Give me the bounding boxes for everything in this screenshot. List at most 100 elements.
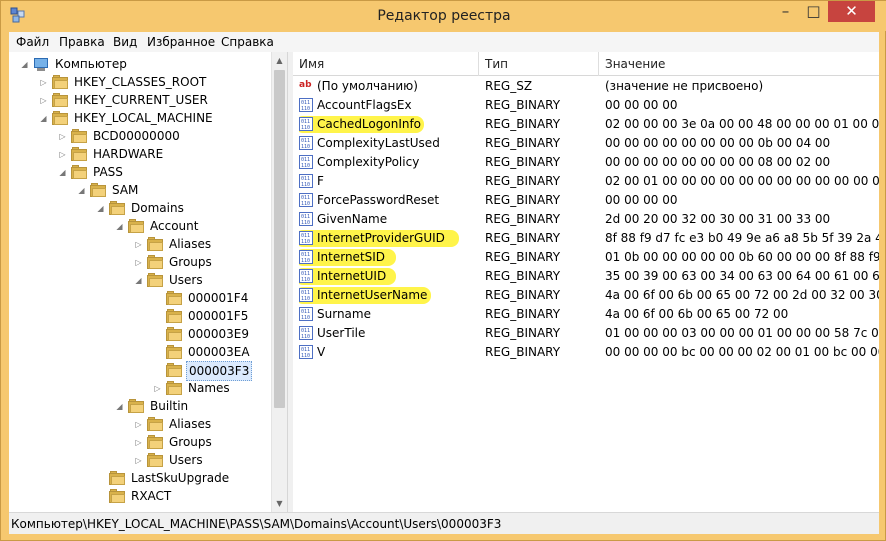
folder-icon	[166, 309, 182, 323]
expand-arrow-icon[interactable]: ▷	[134, 456, 143, 465]
collapse-arrow-icon[interactable]: ◢	[134, 276, 143, 285]
close-button[interactable]: ✕	[828, 1, 875, 22]
column-header-name[interactable]: Имя	[293, 52, 479, 76]
value-name-cell: ForcePasswordReset	[299, 191, 475, 210]
column-header-type[interactable]: Тип	[479, 52, 599, 76]
scroll-down-icon[interactable]: ▼	[271, 495, 287, 512]
value-name: (По умолчанию)	[317, 79, 418, 93]
folder-icon	[147, 273, 163, 287]
registry-value-row[interactable]: InternetProviderGUID REG_BINARY 8f 88 f9 d…	[293, 229, 879, 248]
value-name-cell: ab (По умолчанию)	[299, 77, 475, 96]
registry-value-row[interactable]: GivenName REG_BINARY 2d 00 20 00 32 00 30 …	[293, 210, 879, 229]
registry-value-row[interactable]: InternetUserName REG_BINARY 4a 00 6f 00 6b…	[293, 286, 879, 305]
registry-values-list[interactable]: Имя Тип Значение ab (По умолчанию) REG_SZ (…	[293, 52, 879, 512]
expand-arrow-icon[interactable]: ▷	[39, 96, 48, 105]
expand-arrow-icon[interactable]: ▷	[58, 150, 67, 159]
registry-value-row[interactable]: Surname REG_BINARY 4a 00 6f 00 6b 00 65 00…	[293, 305, 879, 324]
menu-help[interactable]: Справка	[221, 35, 274, 49]
tree-node[interactable]: ◢ Account	[9, 217, 271, 235]
registry-value-row[interactable]: UserTile REG_BINARY 01 00 00 00 03 00 00 0…	[293, 324, 879, 343]
tree-node[interactable]: 000001F4	[9, 289, 271, 307]
collapse-arrow-icon[interactable]: ◢	[115, 222, 124, 231]
value-data-cell: 4a 00 6f 00 6b 00 65 00 72 00 2d 00 32 0…	[605, 288, 879, 302]
collapse-arrow-icon[interactable]: ◢	[39, 114, 48, 123]
value-name: V	[317, 345, 326, 359]
tree-node[interactable]: ▷ Aliases	[9, 235, 271, 253]
collapse-arrow-icon[interactable]: ◢	[115, 402, 124, 411]
tree-node[interactable]: ▷ Aliases	[9, 415, 271, 433]
tree-node[interactable]: ◢ Users	[9, 271, 271, 289]
binary-icon	[299, 307, 313, 321]
tree-node-label: RXACT	[131, 489, 172, 503]
status-bar: Компьютер\HKEY_LOCAL_MACHINE\PASS\SAM\Do…	[9, 512, 879, 534]
menu-view[interactable]: Вид	[113, 35, 137, 49]
collapse-arrow-icon[interactable]: ◢	[77, 186, 86, 195]
folder-icon	[166, 363, 182, 377]
expand-arrow-icon[interactable]: ▷	[134, 258, 143, 267]
registry-value-row[interactable]: InternetUID REG_BINARY 35 00 39 00 63 00 3…	[293, 267, 879, 286]
value-type-cell: REG_BINARY	[485, 250, 561, 264]
tree-node[interactable]: 000001F5	[9, 307, 271, 325]
expand-arrow-icon[interactable]: ▷	[134, 240, 143, 249]
expand-arrow-icon[interactable]: ▷	[153, 384, 162, 393]
registry-value-row[interactable]: F REG_BINARY 02 00 01 00 00 00 00 00 00 00…	[293, 172, 879, 191]
expand-arrow-icon[interactable]: ▷	[39, 78, 48, 87]
tree-node[interactable]: ▷ BCD00000000	[9, 127, 271, 145]
menu-edit[interactable]: Правка	[59, 35, 105, 49]
tree-node[interactable]: ▷ Groups	[9, 433, 271, 451]
tree-node[interactable]: ▷ Groups	[9, 253, 271, 271]
registry-value-row[interactable]: V REG_BINARY 00 00 00 00 bc 00 00 00 02 00…	[293, 343, 879, 362]
tree-node-label: Builtin	[150, 399, 189, 413]
scroll-up-icon[interactable]: ▲	[271, 52, 287, 69]
binary-icon	[299, 326, 313, 340]
tree-node[interactable]: ▷ Names	[9, 379, 271, 397]
tree-node-label: Aliases	[169, 417, 212, 431]
title-bar[interactable]: Редактор реестра – □ ✕	[1, 1, 886, 31]
tree-node[interactable]: ▷ HKEY_CLASSES_ROOT	[9, 73, 271, 91]
registry-tree[interactable]: ◢ Компьютер ▷ HKEY_CLASSES_ROOT ▷ HKEY_CURREN…	[9, 52, 288, 512]
collapse-arrow-icon[interactable]: ◢	[58, 168, 67, 177]
menu-file[interactable]: Файл	[16, 35, 49, 49]
tree-node[interactable]: ◢ Компьютер	[9, 55, 271, 73]
tree-node[interactable]: ◢ Domains	[9, 199, 271, 217]
tree-node[interactable]: ◢ HKEY_LOCAL_MACHINE	[9, 109, 271, 127]
tree-node[interactable]: ▷ HKEY_CURRENT_USER	[9, 91, 271, 109]
tree-node[interactable]: ◢ Builtin	[9, 397, 271, 415]
value-data-cell: 4a 00 6f 00 6b 00 65 00 72 00	[605, 307, 789, 321]
tree-node-label: 000003EA	[188, 345, 250, 359]
expand-arrow-icon[interactable]: ▷	[134, 438, 143, 447]
binary-icon	[299, 250, 313, 264]
value-type-cell: REG_BINARY	[485, 326, 561, 340]
value-data-cell: 00 00 00 00 00 00 00 00 08 00 02 00	[605, 155, 831, 169]
value-name-cell: ComplexityLastUsed	[299, 134, 475, 153]
registry-value-row[interactable]: InternetSID REG_BINARY 01 0b 00 00 00 00 0…	[293, 248, 879, 267]
tree-node[interactable]: 000003F3	[9, 361, 271, 381]
registry-value-row[interactable]: CachedLogonInfo REG_BINARY 02 00 00 00 3e …	[293, 115, 879, 134]
expand-arrow-icon[interactable]: ▷	[134, 420, 143, 429]
expand-arrow-icon[interactable]: ▷	[58, 132, 67, 141]
tree-node[interactable]: ▷ HARDWARE	[9, 145, 271, 163]
tree-node[interactable]: 000003E9	[9, 325, 271, 343]
menu-favorites[interactable]: Избранное	[147, 35, 215, 49]
column-header-value[interactable]: Значение	[599, 52, 879, 76]
tree-node[interactable]: ◢ PASS	[9, 163, 271, 181]
tree-node[interactable]: ◢ SAM	[9, 181, 271, 199]
registry-value-row[interactable]: ComplexityPolicy REG_BINARY 00 00 00 00 00…	[293, 153, 879, 172]
folder-icon	[90, 183, 106, 197]
registry-value-row[interactable]: ForcePasswordReset REG_BINARY 00 00 00 00	[293, 191, 879, 210]
tree-node-label: Компьютер	[55, 57, 127, 71]
value-data-cell: 02 00 00 00 3e 0a 00 00 48 00 00 00 01 0…	[605, 117, 879, 131]
collapse-arrow-icon[interactable]: ◢	[20, 60, 29, 69]
registry-value-row[interactable]: ab (По умолчанию) REG_SZ (значение не присв…	[293, 77, 879, 96]
tree-node[interactable]: 000003EA	[9, 343, 271, 361]
value-data-cell: 00 00 00 00	[605, 193, 678, 207]
tree-node[interactable]: LastSkuUpgrade	[9, 469, 271, 487]
tree-node[interactable]: RXACT	[9, 487, 271, 505]
minimize-button[interactable]: –	[772, 1, 799, 22]
maximize-button[interactable]: □	[800, 1, 827, 22]
tree-node[interactable]: ▷ Users	[9, 451, 271, 469]
tree-scroll-thumb[interactable]	[274, 70, 285, 408]
collapse-arrow-icon[interactable]: ◢	[96, 204, 105, 213]
registry-value-row[interactable]: AccountFlagsEx REG_BINARY 00 00 00 00	[293, 96, 879, 115]
registry-value-row[interactable]: ComplexityLastUsed REG_BINARY 00 00 00 00 …	[293, 134, 879, 153]
